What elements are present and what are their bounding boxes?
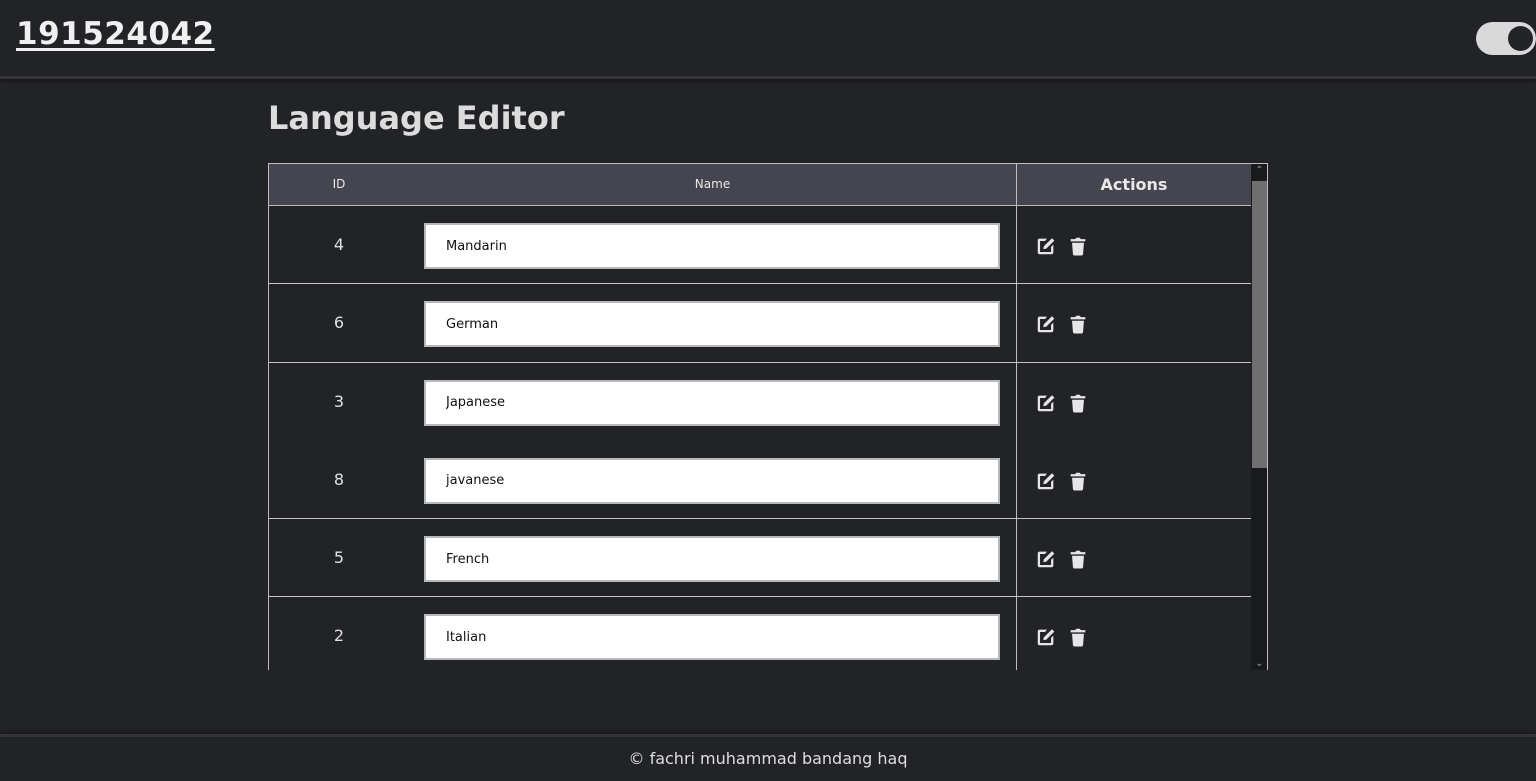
- row-id: 6: [333, 313, 345, 333]
- table-header: ID Name Actions: [269, 164, 1251, 206]
- row-id: 2: [333, 626, 345, 646]
- footer: © fachri muhammad bandang haq: [0, 734, 1536, 781]
- trash-icon[interactable]: [1067, 548, 1089, 570]
- table-row: 6: [269, 284, 1251, 363]
- row-actions: [1016, 440, 1250, 519]
- table-body: 4 6: [269, 206, 1251, 670]
- row-actions: [1016, 519, 1250, 597]
- row-name-cell: [424, 379, 1000, 426]
- table-row: 4: [269, 206, 1251, 285]
- row-name-cell: [424, 614, 1000, 661]
- table-row: 2: [269, 597, 1251, 670]
- language-name-input[interactable]: [424, 536, 1000, 583]
- footer-copyright: © fachri muhammad bandang haq: [628, 749, 908, 768]
- language-table: ID Name Actions 4 6: [268, 163, 1268, 670]
- language-name-input[interactable]: [424, 301, 1000, 348]
- brand-link[interactable]: 191524042: [16, 16, 215, 52]
- table-row: 3: [269, 362, 1251, 441]
- trash-icon[interactable]: [1067, 235, 1089, 257]
- row-name-cell: [424, 536, 1000, 583]
- row-id: 4: [333, 235, 345, 254]
- scroll-up-arrow-icon[interactable]: ⌃: [1251, 164, 1267, 178]
- edit-icon[interactable]: [1035, 313, 1057, 335]
- row-name-cell: [424, 223, 1000, 269]
- row-actions: [1016, 597, 1250, 670]
- row-actions: [1016, 362, 1250, 441]
- table-scrollbar[interactable]: ⌃ ⌄: [1251, 164, 1267, 670]
- row-actions: [1016, 284, 1250, 362]
- row-id: 5: [333, 548, 345, 568]
- scroll-down-arrow-icon[interactable]: ⌄: [1251, 657, 1267, 670]
- column-header-id: ID: [332, 177, 346, 191]
- scrollbar-thumb[interactable]: [1252, 181, 1267, 468]
- language-name-input[interactable]: [424, 457, 1000, 504]
- edit-icon[interactable]: [1035, 626, 1057, 648]
- edit-icon[interactable]: [1035, 470, 1057, 492]
- table-row: 8: [269, 440, 1251, 520]
- row-id: 3: [333, 391, 345, 411]
- edit-icon[interactable]: [1035, 548, 1057, 570]
- row-id: 8: [333, 469, 345, 489]
- language-name-input[interactable]: [424, 379, 1000, 426]
- edit-icon[interactable]: [1035, 392, 1057, 414]
- top-navbar: 191524042: [0, 0, 1536, 79]
- row-name-cell: [424, 457, 1000, 504]
- trash-icon[interactable]: [1067, 313, 1089, 335]
- edit-icon[interactable]: [1035, 235, 1057, 257]
- trash-icon[interactable]: [1067, 470, 1089, 492]
- theme-toggle[interactable]: [1476, 22, 1536, 55]
- language-name-input[interactable]: [424, 614, 1000, 661]
- column-header-actions: Actions: [1016, 164, 1251, 205]
- row-actions: [1016, 206, 1250, 284]
- language-name-input[interactable]: [424, 223, 1000, 269]
- column-header-name: Name: [694, 177, 731, 191]
- row-name-cell: [424, 301, 1000, 348]
- toggle-knob: [1508, 26, 1533, 51]
- page-title: Language Editor: [268, 99, 565, 137]
- table-row: 5: [269, 519, 1251, 598]
- trash-icon[interactable]: [1067, 626, 1089, 648]
- trash-icon[interactable]: [1067, 392, 1089, 414]
